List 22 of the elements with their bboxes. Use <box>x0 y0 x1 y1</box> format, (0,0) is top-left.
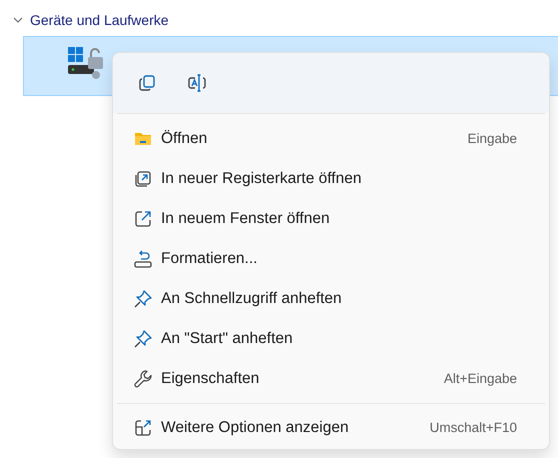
menu-item[interactable]: An Schnellzugriff anheften <box>117 279 545 319</box>
drive-refresh-icon <box>133 249 153 269</box>
shortcut-label: Umschalt+F10 <box>430 418 517 437</box>
menu-item[interactable]: Formatieren... <box>117 239 545 279</box>
menu-item[interactable]: Öffnen Eingabe <box>117 119 545 159</box>
open-external-icon <box>133 209 153 229</box>
menu-item[interactable]: Eigenschaften Alt+Eingabe <box>117 359 545 399</box>
new-tab-icon <box>133 169 153 189</box>
menu-item[interactable]: Weitere Optionen anzeigen Umschalt+F10 <box>117 408 545 448</box>
shortcut-label: Eingabe <box>467 130 517 148</box>
pin-icon <box>133 289 153 309</box>
menu-item[interactable]: In neuer Registerkarte öffnen <box>117 159 545 199</box>
wrench-icon <box>133 369 153 389</box>
shortcut-label: Alt+Eingabe <box>444 370 517 388</box>
copy-icon <box>137 73 157 93</box>
menu-item[interactable]: An "Start" anheften <box>117 319 545 359</box>
section-title: Geräte und Laufwerke <box>30 10 169 30</box>
more-options-icon <box>133 418 153 438</box>
menu-item[interactable]: In neuem Fenster öffnen <box>117 199 545 239</box>
locked-drive-icon <box>68 47 104 81</box>
rename-icon <box>187 73 207 93</box>
pin-icon <box>133 329 153 349</box>
